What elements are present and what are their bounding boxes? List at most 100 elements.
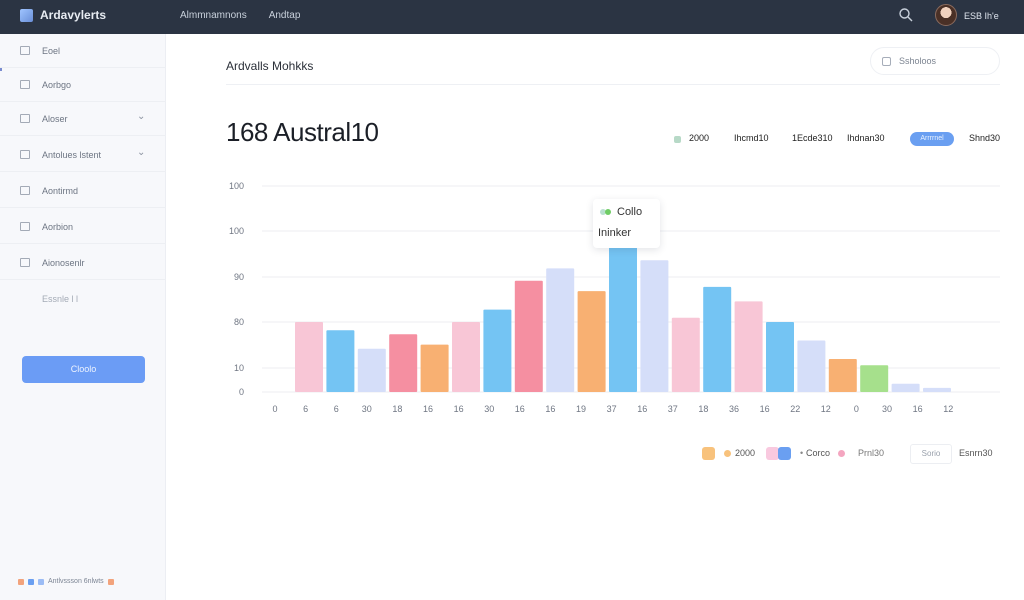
top-bar: Ardavylerts Almmnamnons Andtap ESB Ih'e [0,0,1024,34]
legend-item[interactable]: Esnrn30 [959,448,993,458]
chart-bar[interactable] [389,334,418,392]
filter-button[interactable]: Ssholoos [870,47,1000,75]
chart-bar[interactable] [546,268,575,392]
legend-item[interactable]: 2000 [735,448,755,458]
x-tick-label: 6 [303,404,308,414]
chart-bar[interactable] [514,280,543,392]
sidebar-item-label: Aontirmd [42,186,79,196]
sidebar-item-label: Eoel [42,46,61,56]
sidebar-item-label: Aorbion [42,222,74,232]
user-name[interactable]: ESB Ih'e [964,11,999,21]
x-tick-label: 16 [637,404,647,414]
legend-item-active[interactable]: Arrrrnel [910,132,954,146]
x-tick-label: 30 [484,404,494,414]
chart-tooltip: Collo Ininker [593,199,660,248]
chart-bar[interactable] [797,340,826,393]
chart-bar[interactable] [860,365,889,392]
x-tick-label: 22 [790,404,800,414]
sidebar-item[interactable]: Antolues lstent ⌄ [0,138,166,172]
x-tick-label: 0 [272,404,277,414]
sidebar-item[interactable]: Aloser ⌄ [0,102,166,136]
chevron-down-icon[interactable]: ⌄ [137,147,145,158]
legend-item[interactable]: Shnd30 [969,133,1000,143]
x-tick-label: 36 [729,404,739,414]
legend-swatch [778,447,791,460]
chart-bar[interactable] [734,301,763,392]
chart-bar[interactable] [483,309,512,392]
sidebar-footer: Antlvssson 6nlwts [18,578,114,585]
sidebar-item[interactable]: Aontirmd [0,174,166,208]
legend-dot [838,450,845,457]
chevron-down-icon[interactable]: ⌄ [137,111,145,122]
legend-swatch [702,447,715,460]
search-icon[interactable] [898,7,914,23]
headline-metric: 168 Austral10 [226,117,379,147]
sidebar-note: Essnle l l [42,294,79,304]
chart-bar[interactable] [671,317,700,392]
avatar[interactable] [935,4,957,26]
sidebar: Eoel Aorbgo Aloser ⌄ Antolues lstent ⌄ A… [0,34,166,600]
chart-bar[interactable] [326,330,355,392]
legend-dot [724,450,731,457]
x-tick-label: 0 [854,404,859,414]
legend-swatch [107,578,114,585]
chart-bar[interactable] [923,387,951,392]
sidebar-item[interactable]: Aorbgo [0,68,166,102]
top-nav: Almmnamnons Andtap [180,10,300,21]
x-tick-label: 30 [882,404,892,414]
bars-icon [20,114,30,123]
legend-swatch [674,136,681,143]
section-title: Ardvalls Mohkks [226,59,314,73]
divider [226,84,1000,85]
sidebar-item[interactable]: Aionosenlr [0,246,166,280]
x-tick-label: 18 [392,404,402,414]
sidebar-item[interactable]: Eoel [0,34,166,68]
x-tick-label: 12 [943,404,953,414]
legend-item[interactable]: 1Ecde310 [792,133,833,143]
tooltip-label: Collo [617,206,643,218]
chart-bar[interactable] [420,344,449,392]
sidebar-item[interactable]: Aorbion [0,210,166,244]
document-icon [20,80,30,89]
legend-item[interactable]: Corco [806,448,830,458]
legend-swatch [38,578,44,585]
top-nav-item[interactable]: Andtap [269,10,301,21]
chart-bar[interactable] [357,348,386,392]
x-tick-label: 37 [607,404,617,414]
legend-box[interactable]: Sorio [910,444,952,464]
legend-swatch [18,578,24,585]
chart-bar[interactable] [295,322,323,392]
y-tick-label: 80 [234,317,244,327]
chart-bar[interactable] [766,322,794,392]
legend-swatch [28,578,34,585]
top-nav-item[interactable]: Almmnamnons [180,10,247,21]
legend-item[interactable]: Ihcmd10 [734,133,769,143]
chart-icon [20,150,30,159]
legend-dot-text: • [800,448,804,458]
x-tick-label: 16 [515,404,525,414]
app-brand[interactable]: Ardavylerts [20,8,106,22]
x-tick-label: 30 [362,404,372,414]
chart-bar[interactable] [703,286,732,392]
sidebar-item-label: Aionosenlr [42,258,85,268]
chart-bar[interactable] [609,241,637,392]
filter-icon [882,57,891,66]
y-tick-label: 90 [234,272,244,282]
grid-icon [20,222,30,231]
sidebar-action-button[interactable]: Cloolo [22,356,145,383]
x-tick-label: 19 [576,404,586,414]
layers-icon [20,258,30,267]
legend-item[interactable]: Prnl30 [858,448,884,458]
x-tick-label: 6 [334,404,339,414]
chart-bar[interactable] [891,383,920,392]
chart-bar[interactable] [577,291,606,392]
chart-bar[interactable] [452,322,480,392]
legend-item[interactable]: Ihdnan30 [847,133,885,143]
x-tick-label: 18 [698,404,708,414]
tooltip-dot [605,209,611,215]
legend-item[interactable]: 2000 [689,133,709,143]
x-tick-label: 16 [545,404,555,414]
chart-bar[interactable] [640,260,669,392]
x-tick-label: 16 [454,404,464,414]
chart-bar[interactable] [828,359,857,392]
